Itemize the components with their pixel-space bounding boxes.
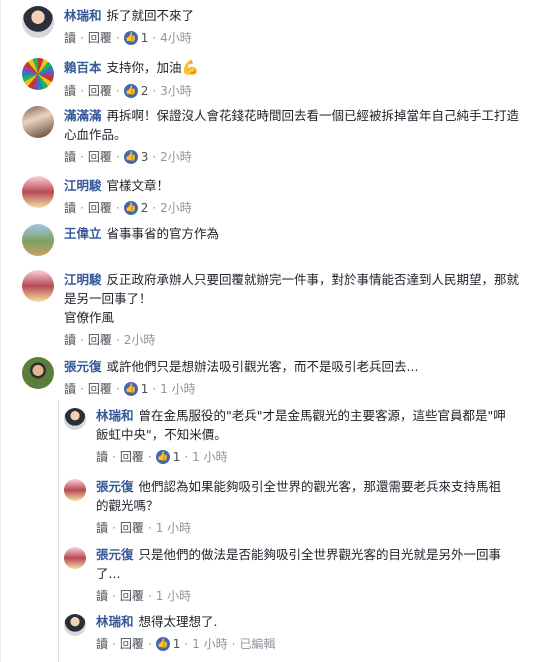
commenter-name[interactable]: 滿滿滿: [64, 108, 102, 123]
timestamp[interactable]: 1 小時: [192, 448, 227, 465]
timestamp[interactable]: 3小時: [160, 82, 192, 99]
comment: 張元復 或許他們只是想辦法吸引觀光客，而不是吸引老兵回去... 讀 · 回覆 · 👍 1…: [22, 357, 524, 397]
read-link[interactable]: 讀: [96, 635, 108, 652]
comment-text: 反正政府承辦人只要回覆就辦完一件事，對於事情能否達到人民期望，那就是另一回事了！: [64, 272, 520, 306]
reply: 林瑞和 曾在金馬服役的"老兵"才是金馬觀光的主要客源，這些官員都是"呷飯虹中央"，…: [64, 406, 506, 465]
commenter-name[interactable]: 林瑞和: [96, 614, 134, 629]
avatar[interactable]: [22, 106, 54, 138]
edited-label[interactable]: 已編輯: [239, 635, 275, 652]
timestamp[interactable]: 2小時: [124, 331, 156, 348]
like-count[interactable]: 1: [141, 382, 149, 396]
like-icon[interactable]: 👍: [123, 200, 138, 215]
like-icon[interactable]: 👍: [123, 30, 138, 45]
commenter-name[interactable]: 王偉立: [64, 226, 102, 241]
commenter-name[interactable]: 張元復: [96, 547, 134, 562]
timestamp[interactable]: 1 小時: [156, 519, 191, 536]
read-link[interactable]: 讀: [64, 380, 76, 397]
like-count[interactable]: 2: [141, 84, 149, 98]
comment-text: 再拆啊！保證沒人會花錢花時間回去看一個已經被拆掉當年自己純手工打造心血作品。: [64, 108, 520, 142]
reply-text: 只是他們的做法是否能夠吸引全世界觀光客的目光就是另外一回事了...: [96, 547, 502, 581]
avatar[interactable]: [22, 58, 54, 90]
comment-text: 支持你，加油: [106, 60, 182, 75]
comment: 江明駿 官樣文章！ 讀 · 回覆 · 👍 2 · 2小時: [22, 176, 524, 216]
avatar[interactable]: [22, 224, 54, 256]
comment: 江明駿 反正政府承辦人只要回覆就辦完一件事，對於事情能否達到人民期望，那就是另一回…: [22, 270, 524, 348]
commenter-name[interactable]: 張元復: [96, 479, 134, 494]
commenter-name[interactable]: 張元復: [64, 359, 102, 374]
avatar[interactable]: [64, 547, 86, 569]
timestamp[interactable]: 2小時: [160, 148, 192, 165]
read-link[interactable]: 讀: [96, 587, 108, 604]
like-icon[interactable]: 👍: [123, 83, 138, 98]
comment: 賴百本 支持你，加油💪 讀 · 回覆 · 👍 2 · 3小時: [22, 58, 524, 99]
reply-link[interactable]: 回覆: [120, 587, 144, 604]
reply: 張元復 他們認為如果能夠吸引全世界的觀光客，那還需要老兵來支持馬祖的觀光嗎？ 讀 ·…: [64, 477, 506, 536]
like-icon[interactable]: 👍: [155, 449, 170, 464]
comment: 王偉立 省事事省的官方作為: [22, 224, 524, 256]
reply-text: 他們認為如果能夠吸引全世界的觀光客，那還需要老兵來支持馬祖的觀光嗎？: [96, 479, 502, 513]
comment: 林瑞和 拆了就回不來了 讀 · 回覆 · 👍 1 · 4小時: [22, 6, 524, 46]
like-count[interactable]: 1: [141, 31, 149, 45]
like-icon[interactable]: 👍: [123, 381, 138, 396]
reply-text: 想得太理想了.: [138, 614, 218, 629]
thread-side-border: [0, 0, 1, 662]
avatar[interactable]: [64, 479, 86, 501]
avatar[interactable]: [22, 176, 54, 208]
like-count[interactable]: 1: [173, 637, 181, 651]
avatar[interactable]: [22, 6, 54, 38]
reply-link[interactable]: 回覆: [120, 635, 144, 652]
comment: 滿滿滿 再拆啊！保證沒人會花錢花時間回去看一個已經被拆掉當年自己純手工打造心血作品…: [22, 106, 524, 165]
reply-link[interactable]: 回覆: [120, 448, 144, 465]
reply: 林瑞和 想得太理想了. 讀 · 回覆 · 👍 1 · 1 小時 · 已編輯: [64, 612, 506, 652]
comment-text: 拆了就回不來了: [106, 8, 195, 23]
commenter-name[interactable]: 林瑞和: [96, 408, 134, 423]
read-link[interactable]: 讀: [64, 29, 76, 46]
avatar[interactable]: [22, 270, 54, 302]
reply-link[interactable]: 回覆: [88, 82, 112, 99]
reply-link[interactable]: 回覆: [88, 199, 112, 216]
like-count[interactable]: 3: [141, 150, 149, 164]
comment-text: 官樣文章！: [106, 178, 170, 193]
reply-link[interactable]: 回覆: [88, 331, 112, 348]
avatar[interactable]: [64, 408, 86, 430]
commenter-name[interactable]: 江明駿: [64, 272, 102, 287]
read-link[interactable]: 讀: [64, 331, 76, 348]
reply-text: 曾在金馬服役的"老兵"才是金馬觀光的主要客源，這些官員都是"呷飯虹中央"，不知米…: [96, 408, 506, 442]
read-link[interactable]: 讀: [64, 82, 76, 99]
reply-link[interactable]: 回覆: [88, 29, 112, 46]
read-link[interactable]: 讀: [64, 148, 76, 165]
timestamp[interactable]: 1 小時: [160, 380, 195, 397]
like-count[interactable]: 2: [141, 201, 149, 215]
timestamp[interactable]: 4小時: [160, 29, 192, 46]
reply-link[interactable]: 回覆: [88, 148, 112, 165]
reply-link[interactable]: 回覆: [120, 519, 144, 536]
comment-text-line2: 官僚作風: [64, 310, 115, 325]
avatar[interactable]: [22, 357, 54, 389]
timestamp[interactable]: 1 小時: [156, 587, 191, 604]
reply-link[interactable]: 回覆: [88, 380, 112, 397]
read-link[interactable]: 讀: [96, 519, 108, 536]
commenter-name[interactable]: 林瑞和: [64, 8, 102, 23]
comment-text: 省事事省的官方作為: [106, 226, 220, 241]
read-link[interactable]: 讀: [96, 448, 108, 465]
reply-thread-line: [58, 400, 59, 662]
commenter-name[interactable]: 江明駿: [64, 178, 102, 193]
reply: 張元復 只是他們的做法是否能夠吸引全世界觀光客的目光就是另外一回事了... 讀 · …: [64, 545, 506, 604]
avatar[interactable]: [64, 614, 86, 636]
timestamp[interactable]: 2小時: [160, 199, 192, 216]
like-icon[interactable]: 👍: [123, 149, 138, 164]
commenter-name[interactable]: 賴百本: [64, 60, 102, 75]
like-icon[interactable]: 👍: [155, 636, 170, 651]
timestamp[interactable]: 1 小時: [192, 635, 227, 652]
comment-text: 或許他們只是想辦法吸引觀光客，而不是吸引老兵回去...: [106, 359, 419, 374]
like-count[interactable]: 1: [173, 450, 181, 464]
flexed-biceps-icon: 💪: [181, 60, 199, 76]
read-link[interactable]: 讀: [64, 199, 76, 216]
